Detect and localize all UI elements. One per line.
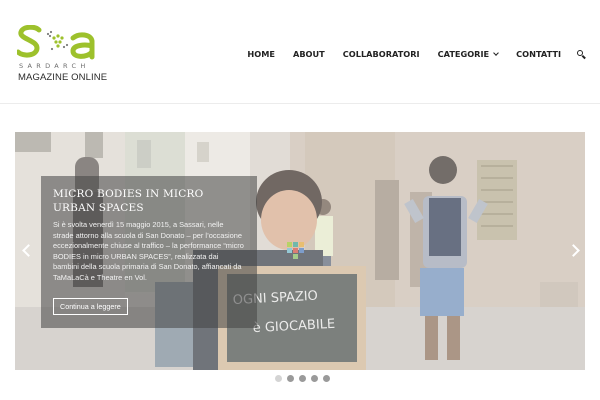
nav-home-label: HOME: [247, 49, 275, 59]
site-header: SARDARCH MAGAZINE ONLINE HOME ABOUT COLL…: [0, 0, 600, 104]
slider-dot[interactable]: [287, 375, 294, 382]
slide-caption: MICRO BODIES IN MICRO URBAN SPACES Si è …: [41, 176, 257, 328]
nav-item-categorie[interactable]: CATEGORIE: [438, 49, 499, 59]
main-navigation: HOME ABOUT COLLABORATORI CATEGORIE CONTA…: [247, 49, 586, 59]
slider-dot[interactable]: [275, 375, 282, 382]
nav-collaboratori-label: COLLABORATORI: [342, 49, 420, 59]
slider-dot[interactable]: [323, 375, 330, 382]
nav-about-label: ABOUT: [292, 49, 325, 59]
slider-dot[interactable]: [311, 375, 318, 382]
slider-dot[interactable]: [299, 375, 306, 382]
chevron-left-icon[interactable]: [21, 243, 31, 259]
slide-title[interactable]: MICRO BODIES IN MICRO URBAN SPACES: [53, 187, 245, 215]
featured-slider: OGNI SPAZIO è GIOCABILE MICRO BODIES IN …: [15, 132, 585, 370]
chevron-right-icon[interactable]: [569, 243, 579, 259]
slide-excerpt: Si è svolta venerdì 15 maggio 2015, a Sa…: [53, 220, 244, 282]
nav-item-contatti[interactable]: CONTATTI: [516, 49, 561, 59]
slider-pagination: [275, 375, 335, 382]
nav-item-about[interactable]: ABOUT: [293, 49, 325, 59]
search-icon[interactable]: [577, 49, 586, 59]
sardarch-logo-mark: [17, 25, 95, 60]
site-logo[interactable]: SARDARCH MAGAZINE ONLINE: [17, 25, 107, 83]
logo-tagline: MAGAZINE ONLINE: [18, 72, 108, 83]
logo-wordmark: SARDARCH: [19, 62, 90, 70]
nav-item-collaboratori[interactable]: COLLABORATORI: [343, 49, 420, 59]
read-more-button[interactable]: Continua a leggere: [53, 298, 128, 315]
chevron-down-icon: [493, 49, 499, 56]
nav-categorie-label: CATEGORIE: [437, 49, 490, 59]
nav-contatti-label: CONTATTI: [516, 49, 561, 59]
nav-item-home[interactable]: HOME: [247, 49, 275, 59]
